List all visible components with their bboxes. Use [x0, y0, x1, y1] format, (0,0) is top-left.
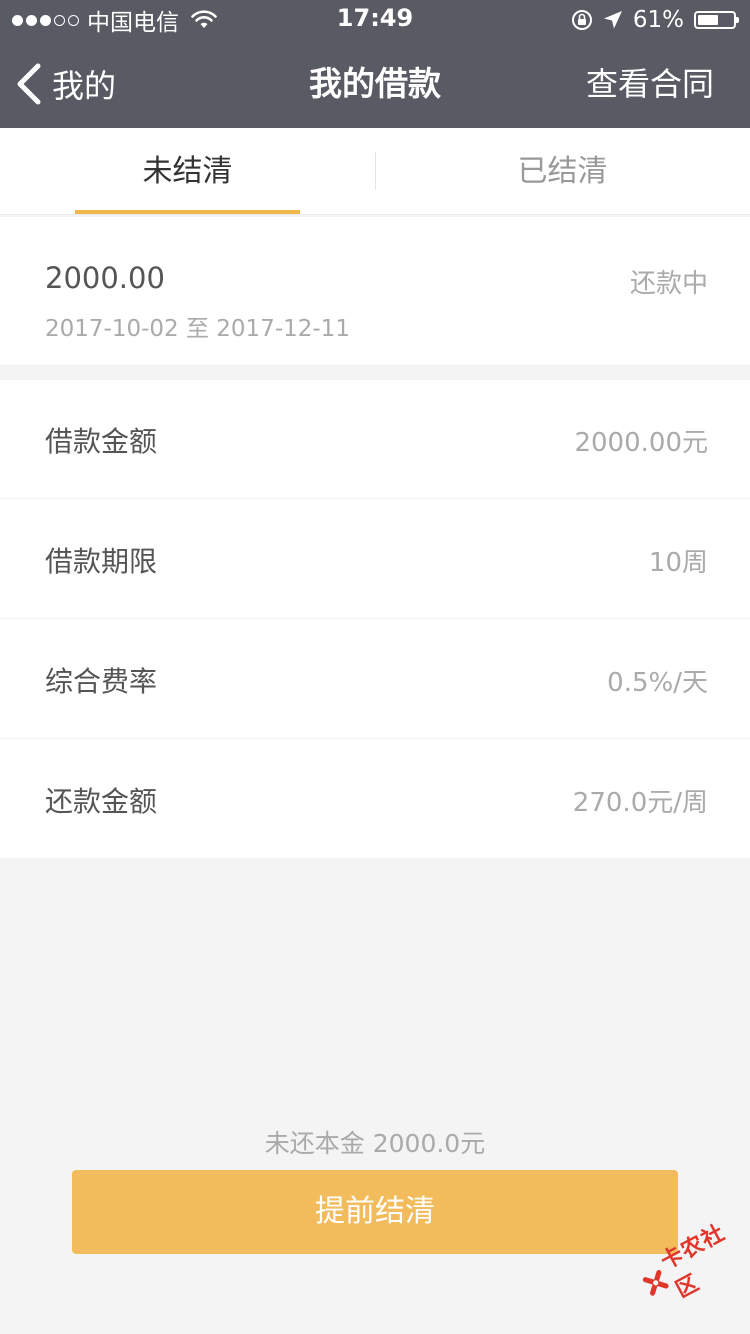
- chevron-left-icon: [17, 63, 41, 105]
- detail-value: 270.0元/周: [572, 788, 708, 818]
- detail-label: 还款金额: [45, 785, 158, 818]
- back-button[interactable]: 我的: [14, 58, 116, 110]
- detail-row-rate: 综合费率 0.5%/天: [0, 620, 750, 739]
- battery-percent: 61%: [632, 7, 684, 33]
- loan-status-tabs: 未结清 已结清: [0, 128, 750, 215]
- tab-unsettled[interactable]: 未结清: [0, 128, 375, 214]
- view-contract-button[interactable]: 查看合同: [586, 62, 714, 106]
- detail-row-loan-term: 借款期限 10周: [0, 500, 750, 619]
- detail-label: 借款金额: [45, 425, 158, 458]
- header: 中国电信 17:49 61% 我的 我的借款 查看合同: [0, 0, 750, 128]
- loan-amount: 2000.00: [45, 261, 165, 295]
- active-tab-indicator: [75, 210, 300, 214]
- status-right: 61%: [571, 6, 739, 34]
- battery-icon: [694, 11, 739, 29]
- tab-settled[interactable]: 已结清: [375, 128, 750, 214]
- location-arrow-icon: [603, 11, 622, 29]
- detail-label: 借款期限: [45, 545, 158, 578]
- loan-date-range: 2017-10-02 至 2017-12-11: [45, 316, 350, 342]
- loan-details-list: 借款金额 2000.00元 借款期限 10周 综合费率 0.5%/天 还款金额 …: [0, 380, 750, 858]
- remaining-principal: 未还本金 2000.0元: [264, 1129, 486, 1158]
- status-bar: 中国电信 17:49 61%: [0, 0, 750, 40]
- detail-value: 2000.00元: [574, 428, 708, 458]
- loan-summary-card[interactable]: 2000.00 2017-10-02 至 2017-12-11 还款中: [0, 217, 750, 365]
- detail-label: 综合费率: [45, 665, 158, 698]
- detail-value: 10周: [648, 548, 708, 578]
- orientation-lock-icon: [571, 10, 592, 30]
- detail-row-loan-amount: 借款金额 2000.00元: [0, 380, 750, 499]
- loan-status-badge: 还款中: [629, 269, 708, 299]
- detail-row-repayment: 还款金额 270.0元/周: [0, 740, 750, 859]
- nav-bar: 我的 我的借款 查看合同: [0, 40, 750, 128]
- early-settlement-button[interactable]: 提前结清: [72, 1170, 678, 1254]
- detail-value: 0.5%/天: [607, 668, 708, 698]
- back-label: 我的: [52, 67, 117, 105]
